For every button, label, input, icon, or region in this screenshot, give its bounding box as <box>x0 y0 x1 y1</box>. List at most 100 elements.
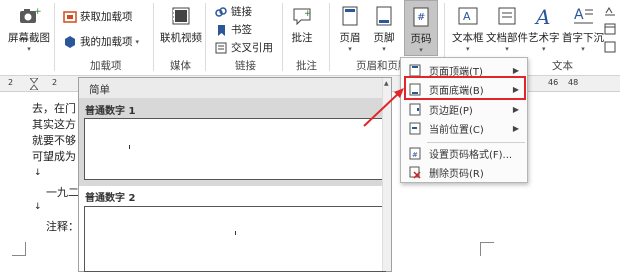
dropcap-button[interactable]: A 首字下沉 ▾ <box>562 4 604 53</box>
page-number-gallery[interactable]: 简单 普通数字 1 普通数字 2 ▲ <box>78 77 392 272</box>
wordart-dropdown-arrow[interactable]: ▾ <box>542 45 546 53</box>
dropcap-dropdown-arrow[interactable]: ▾ <box>581 45 585 53</box>
document-line: 其实这方 <box>32 118 76 131</box>
online-video-button[interactable]: 联机视频 <box>160 4 202 45</box>
document-line: 注释： <box>46 220 79 233</box>
page-margins-icon <box>409 103 421 116</box>
textbox-button[interactable]: A 文本框 ▾ <box>452 4 484 53</box>
dropcap-icon: A <box>571 4 595 28</box>
store-icon <box>63 10 77 24</box>
textbox-icon: A <box>456 4 480 28</box>
annotation-highlight-box <box>404 76 526 100</box>
svg-text:A: A <box>574 7 584 23</box>
addins-icon <box>63 35 77 49</box>
dropcap-label: 首字下沉 <box>562 32 604 44</box>
menu-separator <box>427 142 525 143</box>
group-separator <box>329 3 330 71</box>
svg-text:A: A <box>534 5 550 28</box>
header-label: 页眉 <box>339 32 361 44</box>
page-number-button[interactable]: # 页码 ▾ <box>404 0 438 56</box>
menu-item-label: 设置页码格式(F)... <box>429 150 513 161</box>
bookmark-icon <box>214 23 228 37</box>
margin-corner-mark <box>480 242 494 256</box>
date-time-icon[interactable] <box>604 22 616 36</box>
menu-item-current-position[interactable]: 当前位置(C) ▶ <box>403 119 525 138</box>
signature-line-icon[interactable] <box>604 4 616 18</box>
footer-icon <box>372 4 396 28</box>
screenshot-dropdown-arrow[interactable]: ▾ <box>27 45 31 53</box>
my-addins-button[interactable]: 我的加载项 ▾ <box>63 34 139 49</box>
footer-button[interactable]: 页脚 ▾ <box>372 4 396 53</box>
gallery-item-caption: 普通数字 2 <box>85 193 136 204</box>
camera-icon: + <box>17 4 42 28</box>
svg-text:A: A <box>463 10 471 23</box>
get-addins-label: 获取加载项 <box>80 11 133 23</box>
wordart-label: 艺术字 <box>528 32 560 44</box>
text-group-label: 文本 <box>552 60 573 72</box>
wordart-button[interactable]: A 艺术字 ▾ <box>528 4 560 53</box>
paragraph-mark: ↓ <box>34 168 42 178</box>
textbox-label: 文本框 <box>452 32 484 44</box>
remove-page-number-icon <box>409 166 421 179</box>
quickparts-button[interactable]: 文档部件 ▾ <box>486 4 528 53</box>
submenu-arrow-icon: ▶ <box>512 66 519 75</box>
gallery-item-preview[interactable] <box>84 206 386 272</box>
annotation-arrow-icon <box>363 88 404 127</box>
indent-marker-icon[interactable] <box>28 77 40 91</box>
video-icon <box>169 4 193 28</box>
quickparts-label: 文档部件 <box>486 32 528 44</box>
gallery-item-preview[interactable] <box>84 118 386 180</box>
ruler-number: 2 <box>52 78 58 87</box>
ruler-number: 46 <box>548 78 559 87</box>
menu-item-format-page-numbers[interactable]: # 设置页码格式(F)... <box>403 144 525 163</box>
comments-group-label: 批注 <box>296 60 317 72</box>
textbox-dropdown-arrow[interactable]: ▾ <box>466 45 470 53</box>
screenshot-button[interactable]: + 屏幕截图 ▾ <box>8 4 50 53</box>
get-addins-button[interactable]: 获取加载项 <box>63 9 133 24</box>
crossref-label: 交叉引用 <box>231 42 273 54</box>
header-dropdown-arrow[interactable]: ▾ <box>348 45 352 53</box>
margin-corner-mark <box>12 242 26 256</box>
group-separator <box>205 3 206 71</box>
header-icon <box>338 4 362 28</box>
current-position-icon <box>409 122 421 135</box>
my-addins-dropdown-arrow[interactable]: ▾ <box>136 38 140 46</box>
header-button[interactable]: 页眉 ▾ <box>338 4 362 53</box>
page-number-label: 页码 <box>410 33 432 45</box>
comment-button[interactable]: + 批注 <box>290 4 314 45</box>
comment-label: 批注 <box>291 32 313 44</box>
gallery-item-caption: 普通数字 1 <box>85 106 136 117</box>
menu-item-label: 当前位置(C) <box>429 125 484 136</box>
svg-text:+: + <box>34 7 41 17</box>
menu-item-remove-page-numbers[interactable]: 删除页码(R) <box>403 163 525 182</box>
footer-dropdown-arrow[interactable]: ▾ <box>382 45 386 53</box>
object-icon[interactable] <box>604 40 616 54</box>
media-group-label: 媒体 <box>170 60 191 72</box>
document-line: 去，在门 <box>32 102 76 115</box>
page-number-placeholder <box>129 145 130 149</box>
bookmark-label: 书签 <box>231 24 252 36</box>
bookmark-button[interactable]: 书签 <box>214 22 252 37</box>
quickparts-icon <box>495 4 519 28</box>
group-separator <box>54 3 55 71</box>
quickparts-dropdown-arrow[interactable]: ▾ <box>505 45 509 53</box>
gallery-section-header: 简单 <box>79 78 391 98</box>
footer-label: 页脚 <box>373 32 395 44</box>
page-number-icon: # <box>409 5 433 29</box>
submenu-arrow-icon: ▶ <box>512 105 519 114</box>
svg-text:#: # <box>417 12 425 23</box>
comment-icon: + <box>290 4 314 28</box>
group-separator <box>153 3 154 71</box>
ruler-number: 48 <box>568 78 579 87</box>
link-button[interactable]: 链接 <box>214 4 252 19</box>
svg-text:#: # <box>412 151 418 159</box>
gallery-item-selected[interactable]: 普通数字 1 <box>79 98 391 186</box>
links-group-label: 链接 <box>235 60 256 72</box>
crossref-button[interactable]: 交叉引用 <box>214 40 273 55</box>
menu-item-page-margins[interactable]: 页边距(P) ▶ <box>403 100 525 119</box>
group-separator <box>282 3 283 71</box>
document-line: 可望成为 <box>32 150 76 163</box>
addins-group-label: 加载项 <box>90 60 122 72</box>
page-number-dropdown-arrow[interactable]: ▾ <box>419 46 423 54</box>
svg-text:+: + <box>304 9 312 19</box>
